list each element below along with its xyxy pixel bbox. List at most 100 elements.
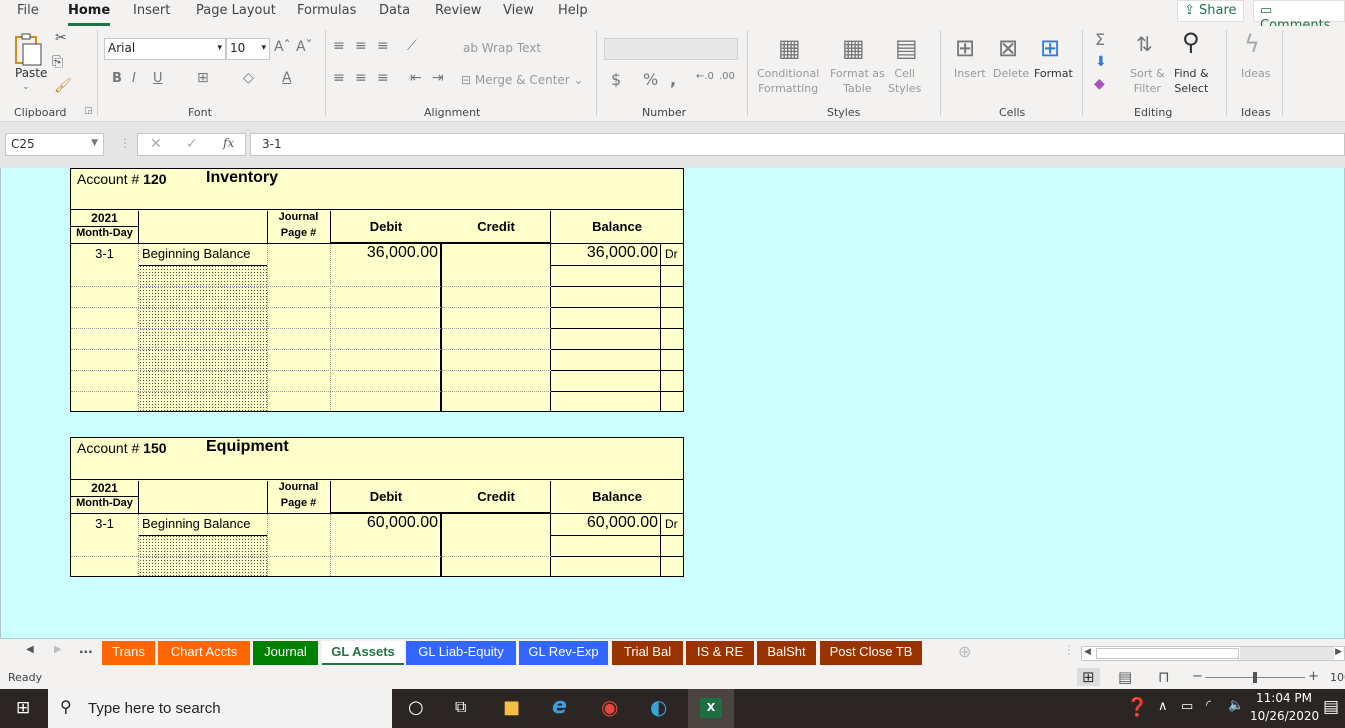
scroll-left-icon[interactable]: ◀ (1084, 647, 1091, 657)
borders-icon[interactable]: ⊞ (197, 70, 209, 86)
page-layout-view-icon[interactable]: ▤ (1118, 668, 1132, 686)
insert-button[interactable]: Insert (954, 66, 986, 81)
ideas-button[interactable]: Ideas (1241, 66, 1270, 81)
number-format-select[interactable] (604, 38, 738, 60)
tab-view[interactable]: View (503, 3, 534, 18)
cell-styles-button[interactable]: Cell Styles (888, 66, 921, 96)
zoom-out-button[interactable]: − (1192, 669, 1203, 684)
sheet-tab-is-re[interactable]: IS & RE (686, 641, 754, 665)
help-icon[interactable]: ❓ (1126, 697, 1148, 718)
scroll-left-icon[interactable]: ◀ (26, 644, 34, 655)
sort-filter-button[interactable]: Sort & Filter (1130, 66, 1165, 96)
zoom-level[interactable]: 100 (1330, 671, 1345, 684)
insert-function-icon[interactable]: fx (223, 136, 234, 150)
more-sheets-button[interactable]: ... (79, 642, 93, 656)
currency-icon[interactable]: $ (611, 70, 621, 89)
chrome-icon[interactable]: ◉ (601, 695, 618, 719)
row-balance[interactable]: 60,000.00 (551, 514, 658, 532)
align-left-icon[interactable]: ≡ (333, 70, 345, 86)
cancel-icon[interactable]: ✕ (150, 136, 162, 152)
increase-indent-icon[interactable]: ⇥ (432, 70, 444, 86)
align-right-icon[interactable]: ≡ (377, 70, 389, 86)
underline-icon[interactable]: U (153, 71, 163, 86)
autosum-icon[interactable]: Σ (1095, 30, 1105, 49)
increase-font-icon[interactable]: Aˆ (274, 39, 291, 55)
tab-page-layout[interactable]: Page Layout (196, 3, 276, 18)
clock-date[interactable]: 10/26/2020 (1250, 709, 1319, 723)
align-center-icon[interactable]: ≡ (355, 70, 367, 86)
volume-icon[interactable]: 🔈 (1228, 698, 1244, 713)
chevron-down-icon[interactable]: ⌄ (22, 82, 30, 92)
italic-icon[interactable]: I (132, 71, 136, 86)
formula-input[interactable]: 3-1 (250, 133, 1345, 156)
page-break-view-icon[interactable]: ⊓ (1158, 668, 1170, 686)
percent-icon[interactable]: % (643, 70, 658, 89)
scroll-right-icon[interactable]: ▶ (1335, 647, 1342, 657)
row-description[interactable]: Beginning Balance (142, 246, 250, 261)
sheet-tab-journal[interactable]: Journal (253, 641, 318, 665)
internet-explorer-icon[interactable]: e (552, 694, 567, 719)
zoom-slider-thumb[interactable] (1253, 672, 1257, 683)
copy-icon[interactable]: ⎘ (52, 54, 63, 70)
wrap-text-button[interactable]: ab Wrap Text (463, 41, 541, 56)
font-color-icon[interactable]: A (282, 70, 292, 86)
notifications-icon[interactable]: ▤ (1323, 697, 1339, 717)
show-hidden-icons[interactable]: ∧ (1158, 699, 1168, 714)
conditional-formatting-button[interactable]: Conditional Formatting (757, 66, 819, 96)
delete-button[interactable]: Delete (993, 66, 1029, 81)
enter-icon[interactable]: ✓ (186, 136, 198, 152)
orientation-icon[interactable]: ⟋ (407, 38, 417, 54)
tab-home[interactable]: Home (68, 3, 111, 26)
edge-icon[interactable]: ◐ (650, 695, 667, 719)
align-top-icon[interactable]: ≡ (333, 38, 345, 54)
cortana-icon[interactable]: ○ (408, 697, 424, 718)
sheet-tab-gl-assets[interactable]: GL Assets (322, 641, 404, 665)
row-description[interactable]: Beginning Balance (142, 516, 250, 531)
sheet-tab-chart-accts[interactable]: Chart Accts (158, 641, 250, 665)
sheet-tab-gl-rev-exp[interactable]: GL Rev-Exp (519, 641, 608, 665)
scrollbar-track[interactable] (1240, 647, 1334, 660)
normal-view-icon[interactable]: ⊞ (1077, 668, 1100, 686)
decrease-decimal-icon[interactable]: .00 (719, 71, 735, 82)
decrease-indent-icon[interactable]: ⇤ (410, 70, 422, 86)
row-balance[interactable]: 36,000.00 (551, 244, 658, 262)
sheet-tab-trans[interactable]: Trans (102, 641, 155, 665)
align-middle-icon[interactable]: ≡ (355, 38, 367, 54)
worksheet[interactable]: Account # 120 Inventory 2021 Month-Day J… (0, 168, 1345, 639)
add-sheet-icon[interactable]: ⊕ (958, 642, 971, 661)
fill-color-icon[interactable]: ◇ (243, 70, 254, 86)
sheet-tab-trial-bal[interactable]: Trial Bal (612, 641, 683, 665)
align-bottom-icon[interactable]: ≡ (377, 38, 389, 54)
tab-file[interactable]: File (17, 3, 39, 18)
tab-review[interactable]: Review (435, 3, 481, 18)
row-debit[interactable]: 36,000.00 (331, 244, 438, 262)
format-button[interactable]: Format (1034, 66, 1073, 81)
row-debit[interactable]: 60,000.00 (331, 514, 438, 532)
tab-help[interactable]: Help (558, 3, 588, 18)
row-date[interactable]: 3-1 (71, 246, 138, 261)
paste-button[interactable] (14, 32, 44, 68)
decrease-font-icon[interactable]: Aˇ (296, 39, 313, 55)
comma-style-icon[interactable]: , (670, 70, 676, 89)
fill-icon[interactable]: ⬇ (1095, 54, 1107, 70)
font-size-select[interactable]: 10 ▾ (226, 38, 270, 60)
merge-center-button[interactable]: ⊟ Merge & Center ⌄ (461, 73, 584, 88)
tab-formulas[interactable]: Formulas (297, 3, 356, 18)
file-explorer-icon[interactable]: ■ (503, 697, 520, 718)
dialog-launcher-icon[interactable]: ◲ (84, 106, 93, 116)
scroll-right-icon[interactable]: ▶ (54, 644, 62, 655)
scrollbar-thumb[interactable] (1096, 648, 1239, 659)
name-box[interactable]: C25 ▼ (5, 133, 104, 156)
format-painter-icon[interactable]: 🖌 (54, 78, 72, 94)
tab-insert[interactable]: Insert (133, 3, 170, 18)
cut-icon[interactable]: ✂ (55, 30, 67, 46)
increase-decimal-icon[interactable]: ←.0 (696, 71, 714, 82)
battery-icon[interactable]: ▭ (1181, 699, 1193, 714)
row-side[interactable]: Dr (665, 247, 678, 261)
sheet-tab-balsht[interactable]: BalSht (757, 641, 816, 665)
bold-icon[interactable]: B (112, 71, 122, 86)
comments-button[interactable]: ▭ Comments (1253, 0, 1345, 33)
clock-time[interactable]: 11:04 PM (1256, 691, 1312, 705)
format-as-table-button[interactable]: Format as Table (830, 66, 885, 96)
find-select-button[interactable]: Find & Select (1174, 66, 1209, 96)
